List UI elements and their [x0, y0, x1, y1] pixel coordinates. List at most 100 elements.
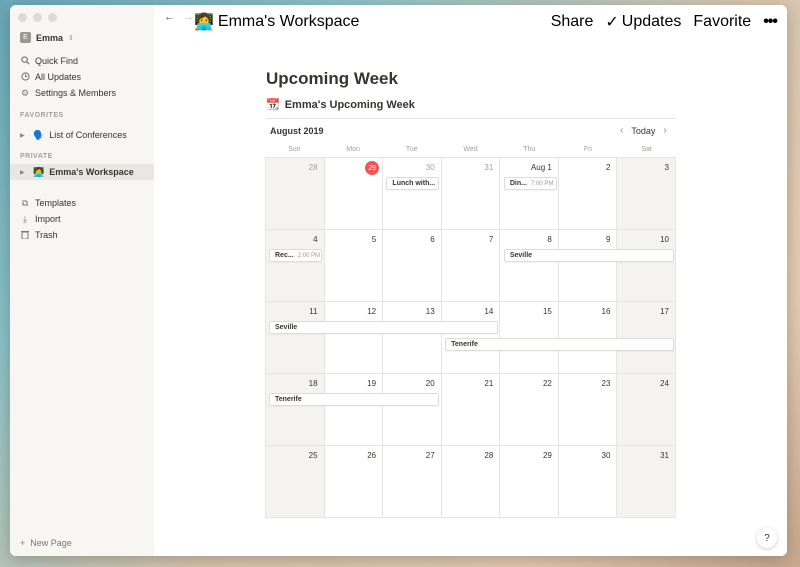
back-arrow-icon[interactable]: ← [164, 11, 175, 23]
calendar-day-cell[interactable]: 23 [558, 374, 618, 446]
day-number: 6 [430, 235, 435, 244]
calendar-event[interactable]: Tenerife [269, 393, 440, 406]
sidebar-item-all-updates[interactable]: All Updates [20, 70, 154, 84]
search-icon [20, 55, 30, 67]
sidebar-item-import[interactable]: ⤓ Import [20, 212, 154, 226]
calendar-day-cell[interactable]: 4 [266, 230, 325, 302]
sidebar-item-emmas-workspace[interactable]: ▶ 👩‍💻 Emma's Workspace [10, 164, 154, 180]
calendar-day-cell[interactable]: 6 [383, 230, 442, 302]
calendar-event[interactable]: Rec... 2:00 PM [269, 249, 322, 262]
breadcrumb[interactable]: 👩‍💻 Emma's Workspace [194, 12, 359, 32]
day-number: 24 [660, 379, 669, 388]
calendar-day-cell[interactable]: 30 [383, 158, 442, 230]
calendar-day-cell[interactable]: 20 [383, 374, 442, 446]
weekday-label: Fri [583, 146, 592, 153]
calendar-day-cell[interactable]: 26 [324, 446, 384, 518]
event-time: 2:00 PM [297, 252, 321, 259]
chevron-right-icon[interactable]: › [663, 125, 666, 136]
calendar-day-cell[interactable]: 2 [558, 158, 618, 230]
user-name: Emma [36, 32, 64, 43]
calendar-event[interactable]: Lunch with... [386, 177, 440, 190]
updates-label: Updates [621, 13, 682, 30]
day-number: 31 [484, 163, 494, 172]
calendar-event[interactable]: Din... 7:00 PM [503, 177, 557, 190]
technologist-icon: 👩‍💻 [33, 166, 45, 177]
calendar-day-cell[interactable]: 29 [324, 158, 384, 230]
calendar-day-cell[interactable]: 31 [617, 446, 676, 518]
weekday-label: Sun [288, 146, 301, 153]
calendar-day-cell[interactable]: 27 [383, 446, 442, 518]
close-window-button[interactable] [18, 13, 27, 22]
calendar-day-cell[interactable]: 30 [558, 446, 618, 518]
calendar-icon: 📆 [266, 99, 280, 111]
today-button[interactable]: Today [631, 126, 655, 136]
plus-icon: + [20, 538, 26, 548]
page-title[interactable]: Upcoming Week [266, 69, 398, 89]
sidebar-item-settings[interactable]: ⚙ Settings & Members [20, 86, 154, 100]
expand-arrow-icon[interactable]: ▶ [20, 132, 28, 139]
event-title: Seville [509, 252, 533, 259]
trash-icon [20, 230, 30, 241]
calendar-day-cell[interactable]: 5 [324, 230, 384, 302]
calendar-day-cell[interactable]: 28 [441, 446, 501, 518]
day-number: Aug 1 [530, 163, 552, 172]
calendar-day-cell[interactable]: 18 [266, 374, 325, 446]
calendar-day-cell[interactable]: 10 [617, 230, 676, 302]
calendar-event[interactable]: Tenerife [445, 338, 674, 351]
sidebar-item-label: Quick Find [35, 56, 79, 66]
calendar-day-cell[interactable]: 31 [441, 158, 501, 230]
sidebar-item-list-of-conferences[interactable]: ▶ 🗣️ List of Conferences [20, 128, 154, 142]
calendar-day-cell[interactable]: 24 [617, 374, 676, 446]
day-number: 31 [660, 451, 669, 460]
top-actions: Share ✓ Updates Favorite ••• [551, 12, 778, 32]
event-title: Seville [275, 324, 298, 331]
chevron-left-icon[interactable]: ‹ [620, 125, 623, 136]
avatar: E [20, 32, 31, 43]
weekday-label: Thu [523, 146, 536, 153]
forward-arrow-icon[interactable]: → [183, 11, 194, 23]
speaking-head-icon: 🗣️ [33, 129, 45, 140]
calendar-day-cell[interactable]: 29 [500, 446, 559, 518]
sidebar-item-templates[interactable]: ⧉ Templates [20, 196, 154, 210]
calendar-event[interactable]: Seville [503, 249, 674, 262]
day-number: 3 [664, 163, 669, 172]
calendar-day-cell[interactable]: Aug 1 [500, 158, 559, 230]
weekday-label: Wed [463, 146, 478, 153]
day-number: 30 [601, 451, 611, 460]
day-number: 25 [308, 451, 318, 460]
calendar-day-cell[interactable]: 28 [266, 158, 325, 230]
sidebar-item-trash[interactable]: Trash [20, 228, 154, 242]
calendar-day-cell[interactable]: 19 [324, 374, 384, 446]
minimize-window-button[interactable] [33, 13, 42, 22]
calendar-day-cell[interactable]: 7 [441, 230, 501, 302]
share-button[interactable]: Share [551, 13, 594, 31]
today-marker: 29 [365, 161, 380, 175]
maximize-window-button[interactable] [48, 13, 57, 22]
calendar-day-cell[interactable]: 12 [324, 302, 384, 374]
day-number: 28 [308, 163, 318, 172]
calendar-day-cell[interactable]: 22 [500, 374, 559, 446]
workspace-switcher[interactable]: E Emma ⇕ [20, 32, 74, 43]
new-page-button[interactable]: + New Page [20, 538, 72, 548]
updates-button[interactable]: ✓ Updates [605, 12, 681, 32]
calendar-day-cell[interactable]: 25 [266, 446, 325, 518]
database-title[interactable]: 📆 Emma's Upcoming Week [266, 98, 415, 112]
new-page-label: New Page [30, 538, 72, 548]
day-number: 22 [542, 379, 552, 388]
expand-arrow-icon[interactable]: ▶ [20, 169, 28, 176]
database-title-label: Emma's Upcoming Week [284, 98, 415, 111]
calendar-event[interactable]: Seville [269, 321, 498, 334]
calendar-day-cell[interactable]: 13 [383, 302, 442, 374]
calendar-day-cell[interactable]: 21 [441, 374, 501, 446]
calendar-day-cell[interactable]: 8 [500, 230, 559, 302]
more-options-icon[interactable]: ••• [763, 13, 778, 31]
calendar-day-cell[interactable]: 3 [617, 158, 676, 230]
sidebar-item-quick-find[interactable]: Quick Find [20, 54, 154, 68]
calendar-day-cell[interactable]: 9 [558, 230, 618, 302]
sidebar-item-label: Settings & Members [35, 88, 117, 98]
calendar-day-cell[interactable]: 11 [266, 302, 325, 374]
favorite-button[interactable]: Favorite [693, 13, 751, 31]
history-nav: ← → [164, 11, 194, 23]
weekday-header: Sun Mon Tue Wed Thu Fri Sat [265, 143, 676, 157]
help-button[interactable]: ? [757, 528, 777, 548]
